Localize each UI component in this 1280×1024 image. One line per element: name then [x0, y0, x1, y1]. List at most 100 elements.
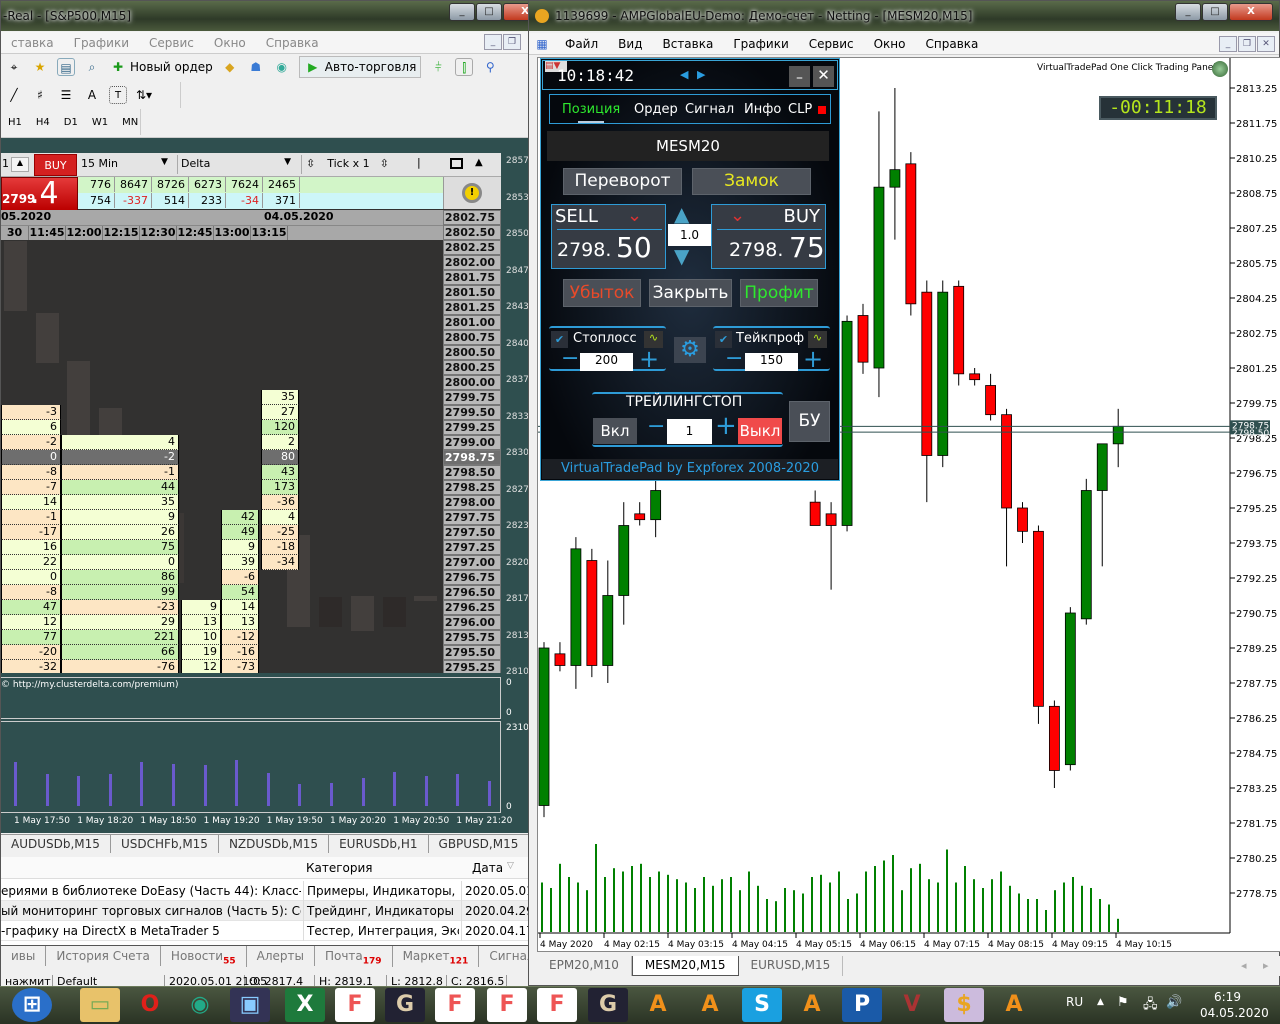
- lot-up-arrow-icon[interactable]: ▲: [674, 202, 689, 226]
- price-ladder-cell[interactable]: 2796.75: [443, 570, 501, 585]
- auto-trading-button[interactable]: ▶ Авто-торговля: [298, 56, 422, 78]
- trailing-minus-button[interactable]: −: [647, 414, 665, 439]
- taskbar-explorer-icon[interactable]: ▭: [80, 988, 120, 1022]
- menu-item[interactable]: Графики: [733, 37, 788, 51]
- scroll-right-icon[interactable]: ▸: [1263, 959, 1269, 972]
- menu-item[interactable]: Сервис: [809, 37, 854, 51]
- price-ladder-cell[interactable]: 2798.25: [443, 480, 501, 495]
- price-ladder-cell[interactable]: 2797.25: [443, 540, 501, 555]
- menu-item[interactable]: ставка: [11, 36, 54, 50]
- volume-icon[interactable]: 🔊: [1166, 995, 1182, 1010]
- clock-date[interactable]: 04.05.2020: [1200, 1006, 1269, 1020]
- price-ladder-cell[interactable]: 2800.25: [443, 360, 501, 375]
- warning-icon[interactable]: !: [462, 183, 482, 203]
- crosshair-icon[interactable]: ⌖: [5, 58, 23, 76]
- chart-tab[interactable]: EURUSD,M15: [739, 956, 844, 976]
- zoom-window-icon[interactable]: ⌕: [83, 58, 101, 76]
- price-ladder-cell[interactable]: 2799.25: [443, 420, 501, 435]
- sort-icon[interactable]: ▽: [507, 861, 514, 871]
- taskbar-p-app-icon[interactable]: P: [842, 988, 882, 1022]
- taskbar-f-app-icon[interactable]: F: [487, 988, 527, 1022]
- maximize-panel-icon[interactable]: [450, 158, 463, 169]
- symbol-tab[interactable]: USDCHFb,M15: [111, 835, 219, 853]
- price-ladder-cell[interactable]: 2801.00: [443, 315, 501, 330]
- menu-item[interactable]: Справка: [266, 36, 319, 50]
- sell-button[interactable]: SELL ⌄ 2798. 50: [551, 204, 666, 269]
- price-ladder-cell[interactable]: 2799.00: [443, 435, 501, 450]
- minimize-button[interactable]: _: [1175, 3, 1201, 21]
- clock-time[interactable]: 6:19: [1214, 990, 1241, 1004]
- takeprofit-minus-button[interactable]: −: [725, 346, 743, 371]
- text-tool-icon[interactable]: A: [83, 86, 101, 104]
- price-ladder-cell[interactable]: 2796.25: [443, 600, 501, 615]
- taskbar-a-app-icon[interactable]: A: [994, 988, 1034, 1022]
- stoploss-plus-button[interactable]: +: [639, 345, 659, 373]
- price-ladder-cell[interactable]: 2798.50: [443, 465, 501, 480]
- action-center-flag-icon[interactable]: ⚑: [1117, 995, 1129, 1010]
- taskbar-skype-icon[interactable]: S: [742, 988, 782, 1022]
- trailing-off-button[interactable]: Выкл: [738, 418, 782, 444]
- stop-loss-close-button[interactable]: Убыток: [563, 279, 641, 307]
- taskbar-excel-icon[interactable]: X: [285, 988, 325, 1022]
- collapse-icon[interactable]: ⇳: [380, 157, 389, 170]
- terminal-tab[interactable]: Новости55: [161, 946, 247, 967]
- price-ladder-cell[interactable]: 2798.75: [443, 450, 501, 465]
- next-arrow-icon[interactable]: ▶: [697, 68, 705, 81]
- fibo-fan-icon[interactable]: ♯: [31, 86, 49, 104]
- arrows-dropdown-icon[interactable]: ⇅▾: [135, 86, 153, 104]
- navigator-icon[interactable]: ▤: [57, 58, 75, 76]
- symbol-tab[interactable]: NZDUSDb,M15: [219, 835, 330, 853]
- mdi-minimize-button[interactable]: _: [1219, 36, 1237, 52]
- trailing-input[interactable]: 1: [667, 419, 712, 444]
- price-ladder-cell[interactable]: 2795.25: [443, 660, 501, 673]
- price-ladder-cell[interactable]: 2795.50: [443, 645, 501, 660]
- price-ladder-cell[interactable]: 2802.00: [443, 255, 501, 270]
- price-ladder-cell[interactable]: 2797.00: [443, 555, 501, 570]
- menu-item[interactable]: Вид: [618, 37, 642, 51]
- period-chevron-down-icon[interactable]: ▼: [161, 157, 168, 167]
- language-indicator[interactable]: RU: [1066, 995, 1083, 1009]
- price-ladder-cell[interactable]: 2800.00: [443, 375, 501, 390]
- price-ladder-cell[interactable]: 2802.25: [443, 240, 501, 255]
- signal-icon[interactable]: ◉: [273, 58, 291, 76]
- reverse-button[interactable]: Переворот: [563, 168, 682, 195]
- market-icon[interactable]: ☗: [247, 58, 265, 76]
- price-ladder-cell[interactable]: 2801.50: [443, 285, 501, 300]
- settings-gear-icon[interactable]: ⚙: [674, 337, 706, 363]
- mdi-minimize-button[interactable]: _: [484, 34, 502, 50]
- price-ladder-cell[interactable]: 2802.75: [443, 210, 501, 225]
- period-select[interactable]: 15 Min: [81, 157, 118, 170]
- terminal-tab[interactable]: Маркет121: [393, 946, 480, 967]
- price-ladder-cell[interactable]: 2795.75: [443, 630, 501, 645]
- lot-down-arrow-icon[interactable]: ▼: [674, 244, 689, 268]
- news-row[interactable]: -графику на DirectX в MetaTrader 5 Тестер…: [1, 921, 534, 941]
- price-ladder-cell[interactable]: 2796.00: [443, 615, 501, 630]
- taskbar-f-app-icon[interactable]: F: [537, 988, 577, 1022]
- close-button[interactable]: X: [1229, 3, 1273, 21]
- terminal-tab[interactable]: ивы: [1, 946, 47, 966]
- terminal-tab[interactable]: Сигналы: [479, 946, 529, 966]
- close-position-button[interactable]: Закрыть: [649, 279, 732, 307]
- tick-size-control[interactable]: ⇳ Tick x 1 ⇳: [301, 155, 411, 174]
- price-ladder-cell[interactable]: 2799.75: [443, 390, 501, 405]
- lock-button[interactable]: Замок: [692, 168, 811, 195]
- category-header[interactable]: Категория: [306, 861, 373, 875]
- taskbar-chrome-icon[interactable]: ◉: [180, 988, 220, 1022]
- breakeven-button[interactable]: БУ: [789, 401, 830, 442]
- taskbar-remote-desktop-icon[interactable]: ▣: [230, 988, 270, 1022]
- price-ladder-cell[interactable]: 2801.25: [443, 300, 501, 315]
- zoom-in-icon[interactable]: ⚲: [481, 58, 499, 76]
- pad-tab-0[interactable]: Позиция: [562, 102, 620, 117]
- terminal-tab[interactable]: Алерты: [247, 946, 315, 966]
- price-ladder-cell[interactable]: 2799.50: [443, 405, 501, 420]
- taskbar-a-app-icon[interactable]: A: [638, 988, 678, 1022]
- prev-arrow-icon[interactable]: ◀: [680, 68, 688, 81]
- buy-price-box[interactable]: 2799 .4: [1, 176, 78, 211]
- fibo-retracement-icon[interactable]: ☰: [57, 86, 75, 104]
- menu-item[interactable]: Справка: [926, 37, 979, 51]
- price-ladder-cell[interactable]: 2798.00: [443, 495, 501, 510]
- taskbar-start-icon[interactable]: ⊞: [12, 988, 52, 1022]
- timeframe-h4[interactable]: H4: [36, 117, 50, 128]
- news-row[interactable]: ериями в библиотеке DoEasy (Часть 44): К…: [1, 881, 534, 901]
- menu-item[interactable]: Вставка: [662, 37, 713, 51]
